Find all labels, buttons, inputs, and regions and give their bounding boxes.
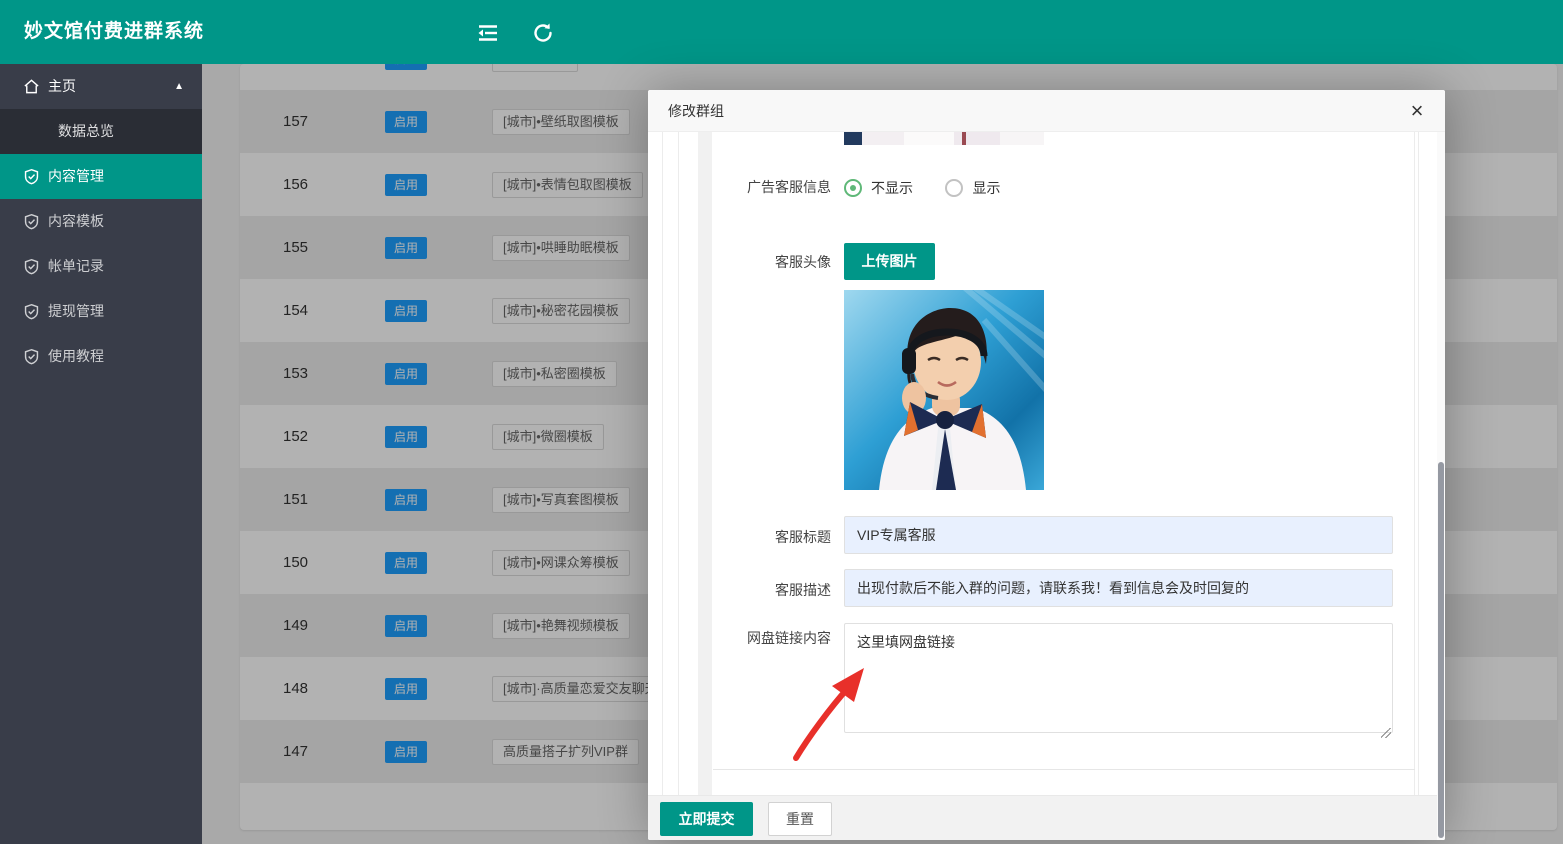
panel-edge [1418,132,1419,795]
reset-button[interactable]: 重置 [768,802,832,836]
ad-service-radio-group: 不显示 显示 [844,178,1028,202]
collapse-menu-icon[interactable] [477,22,499,44]
service-title-label: 客服标题 [736,526,831,548]
modal-title: 修改群组 [668,90,724,132]
modal-scrollbar-track[interactable] [1437,132,1445,840]
modal-header: 修改群组 × [648,90,1445,132]
modal-footer: 立即提交 重置 [648,795,1445,840]
sidebar-item-label: 帐单记录 [48,258,104,274]
service-desc-label: 客服描述 [736,579,831,601]
sidebar-item-label: 使用教程 [48,348,104,364]
modal-scrollbar-thumb[interactable] [1438,462,1444,838]
radio-show[interactable]: 显示 [945,178,1000,198]
sidebar-item-content-template[interactable]: 内容模板 [0,199,202,244]
radio-unselected-icon [945,179,963,197]
app-title: 妙文馆付费进群系统 [24,0,204,64]
shield-check-icon [23,213,40,230]
netdisk-textarea[interactable]: 这里填网盘链接 [844,623,1393,733]
sidebar-item-bill-records[interactable]: 帐单记录 [0,244,202,289]
panel-edge [1414,132,1415,795]
chevron-up-icon: ▲ [174,64,184,109]
sidebar-item-tutorial[interactable]: 使用教程 [0,334,202,379]
customer-service-photo [844,290,1044,490]
service-title-input[interactable] [844,516,1393,554]
shield-check-icon [23,348,40,365]
edit-group-modal: 修改群组 × 广告客服信息 不显示 显示 [648,90,1445,840]
submit-button[interactable]: 立即提交 [660,802,753,836]
radio-selected-icon [844,179,862,197]
avatar-label: 客服头像 [736,251,831,273]
textarea-resize-handle[interactable] [1381,728,1391,738]
close-icon[interactable]: × [1405,99,1429,123]
sidebar-item-content-manage[interactable]: 内容管理 [0,154,202,199]
sidebar-item-label: 数据总览 [58,123,114,139]
app-window: 妙文馆付费进群系统 主页 ▲ 数据总览 [0,0,1563,844]
home-icon [23,78,40,95]
scrolled-photo-sliver [844,132,1044,145]
panel-edge [662,132,663,795]
panel-edge [678,132,679,795]
shield-check-icon [23,258,40,275]
service-desc-input[interactable] [844,569,1393,607]
sidebar-item-withdraw-manage[interactable]: 提现管理 [0,289,202,334]
sidebar-item-label: 内容模板 [48,213,104,229]
ad-service-label: 广告客服信息 [736,176,831,198]
upload-image-button[interactable]: 上传图片 [844,243,935,280]
inner-scroll-gutter [698,132,712,795]
sidebar-item-label: 主页 [48,78,76,94]
sidebar-item-home[interactable]: 主页 ▲ [0,64,202,109]
sidebar-item-label: 提现管理 [48,303,104,319]
sidebar-item-label: 内容管理 [48,168,104,184]
sidebar-item-data-overview[interactable]: 数据总览 [0,109,202,154]
sidebar-nav: 主页 ▲ 数据总览 内容管理 内容模板 [0,64,202,844]
refresh-icon[interactable] [532,22,554,44]
top-header-bar: 妙文馆付费进群系统 [0,0,1563,64]
shield-check-icon [23,303,40,320]
form-panel-bottom-border [713,769,1415,770]
modal-body: 广告客服信息 不显示 显示 客服头像 上传图片 [648,132,1445,795]
shield-check-icon [23,168,40,185]
netdisk-label: 网盘链接内容 [736,627,831,649]
radio-hide[interactable]: 不显示 [844,178,913,198]
